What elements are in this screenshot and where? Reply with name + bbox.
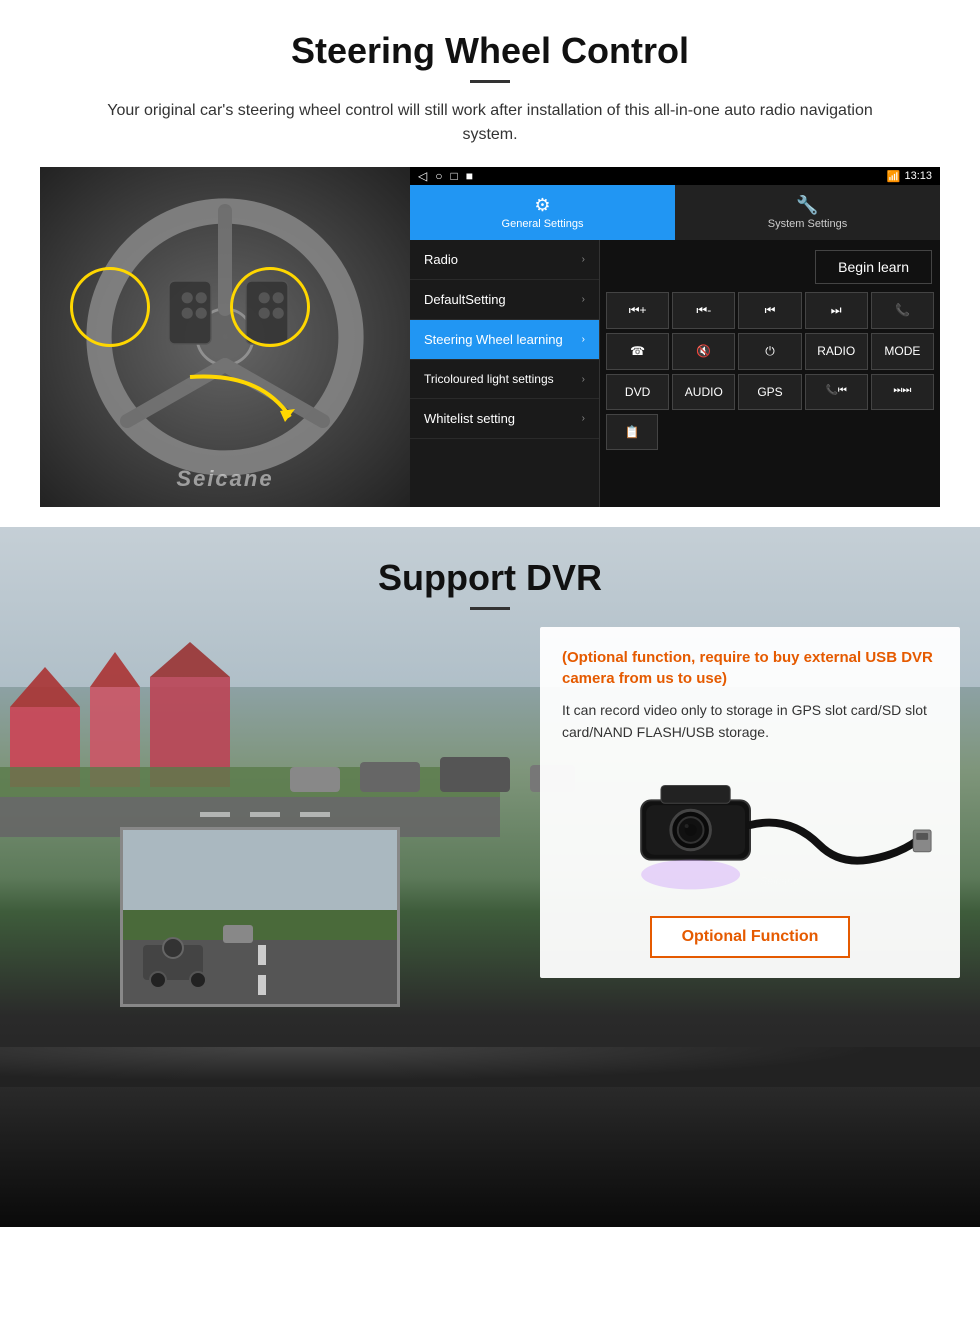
dvr-divider [470, 607, 510, 610]
divider [470, 80, 510, 83]
nav-square-icon[interactable]: □ [450, 169, 457, 183]
steering-photo: Seicane [40, 167, 410, 507]
system-icon: 🔧 [679, 195, 936, 216]
android-panel: ◁ ○ □ ■ 📶 13:13 ⚙ General Settings 🔧 Sys… [410, 167, 940, 507]
tab-system-label: System Settings [768, 218, 847, 230]
ctrl-next[interactable]: ⏭ [805, 292, 868, 329]
menu-tricoloured[interactable]: Tricoloured light settings › [410, 360, 599, 399]
optional-function-container: Optional Function [562, 916, 938, 958]
ctrl-extra[interactable]: 📋 [606, 414, 658, 450]
menu-steering-wheel-learning[interactable]: Steering Wheel learning › [410, 320, 599, 360]
android-menu: Radio › DefaultSetting › Steering Wheel … [410, 240, 600, 507]
menu-radio[interactable]: Radio › [410, 240, 599, 280]
dvr-description: It can record video only to storage in G… [562, 699, 938, 744]
begin-learn-button[interactable]: Begin learn [815, 250, 932, 284]
menu-default-label: DefaultSetting [424, 292, 506, 307]
ctrl-mode[interactable]: MODE [871, 333, 934, 370]
control-row-3: DVD AUDIO GPS 📞⏮ ⏭⏭ [606, 374, 934, 410]
statusbar-time: 13:13 [904, 170, 932, 182]
dvr-recording-view [123, 830, 400, 1007]
nav-back-icon[interactable]: ◁ [418, 169, 427, 183]
nav-home-icon[interactable]: ○ [435, 169, 442, 183]
ctrl-radio[interactable]: RADIO [805, 333, 868, 370]
gear-icon: ⚙ [414, 195, 671, 216]
menu-steering-label: Steering Wheel learning [424, 332, 563, 347]
control-row-4: 📋 [606, 414, 934, 450]
dvr-info-card: (Optional function, require to buy exter… [540, 627, 960, 978]
android-content: Radio › DefaultSetting › Steering Wheel … [410, 240, 940, 507]
dvr-camera-image: Seicane [562, 760, 938, 900]
arrow-overlay [180, 367, 300, 427]
menu-default-setting[interactable]: DefaultSetting › [410, 280, 599, 320]
optional-function-button[interactable]: Optional Function [650, 916, 851, 958]
control-row-1: ⏮+ ⏮- ⏮ ⏭ 📞 [606, 292, 934, 329]
dvr-dashboard [0, 1047, 980, 1227]
steering-photo-bg: Seicane [40, 167, 410, 507]
ctrl-vol-down[interactable]: ⏮- [672, 292, 735, 329]
dvr-small-screen [120, 827, 400, 1007]
begin-learn-row: Begin learn [606, 246, 934, 288]
nav-dot-icon[interactable]: ■ [466, 169, 473, 183]
ctrl-power[interactable]: ⏻ [738, 333, 801, 370]
nav-icons: ◁ ○ □ ■ [418, 169, 473, 183]
control-row-2: ☎ 🔇 ⏻ RADIO MODE [606, 333, 934, 370]
menu-whitelist[interactable]: Whitelist setting › [410, 399, 599, 439]
tab-general-settings[interactable]: ⚙ General Settings [410, 185, 675, 240]
dvr-title: Support DVR [0, 557, 980, 599]
steering-demo: Seicane ◁ ○ □ ■ 📶 13:13 ⚙ General Set [40, 167, 940, 507]
highlight-circle-left [70, 267, 150, 347]
menu-tricoloured-label: Tricoloured light settings [424, 372, 554, 386]
chevron-icon-2: › [582, 294, 585, 305]
chevron-icon-5: › [582, 413, 585, 424]
ctrl-skip-next[interactable]: ⏭⏭ [871, 374, 934, 410]
wifi-icon: 📶 [887, 170, 901, 183]
ctrl-prev[interactable]: ⏮ [738, 292, 801, 329]
ctrl-phone[interactable]: 📞 [871, 292, 934, 329]
tab-general-label: General Settings [502, 218, 584, 230]
menu-radio-label: Radio [424, 252, 458, 267]
svg-text:Seicane: Seicane [760, 875, 799, 887]
ctrl-audio[interactable]: AUDIO [672, 374, 735, 410]
menu-whitelist-label: Whitelist setting [424, 411, 515, 426]
android-statusbar: ◁ ○ □ ■ 📶 13:13 [410, 167, 940, 185]
dashboard-curve [0, 1047, 980, 1087]
chevron-icon: › [582, 254, 585, 265]
steering-title: Steering Wheel Control [40, 30, 940, 72]
steering-subtitle: Your original car's steering wheel contr… [80, 99, 900, 147]
highlight-circle-right [230, 267, 310, 347]
chevron-icon-4: › [582, 374, 585, 385]
ctrl-hangup[interactable]: ☎ [606, 333, 669, 370]
ctrl-gps[interactable]: GPS [738, 374, 801, 410]
ctrl-dvd[interactable]: DVD [606, 374, 669, 410]
ctrl-phone-prev[interactable]: 📞⏮ [805, 374, 868, 410]
dvr-small-screen-inner [123, 830, 397, 1004]
chevron-icon-3: › [582, 334, 585, 345]
dvr-section: Support DVR [0, 527, 980, 1227]
tab-system-settings[interactable]: 🔧 System Settings [675, 185, 940, 240]
ctrl-vol-up[interactable]: ⏮+ [606, 292, 669, 329]
android-tabs: ⚙ General Settings 🔧 System Settings [410, 185, 940, 240]
android-right: Begin learn ⏮+ ⏮- ⏮ ⏭ 📞 ☎ 🔇 ⏻ [600, 240, 940, 507]
ctrl-mute[interactable]: 🔇 [672, 333, 735, 370]
dvr-camera-svg: Seicane [562, 765, 938, 895]
steering-section: Steering Wheel Control Your original car… [0, 0, 980, 527]
steering-watermark: Seicane [176, 466, 273, 492]
dvr-header: Support DVR [0, 527, 980, 626]
dvr-optional-heading: (Optional function, require to buy exter… [562, 647, 938, 689]
